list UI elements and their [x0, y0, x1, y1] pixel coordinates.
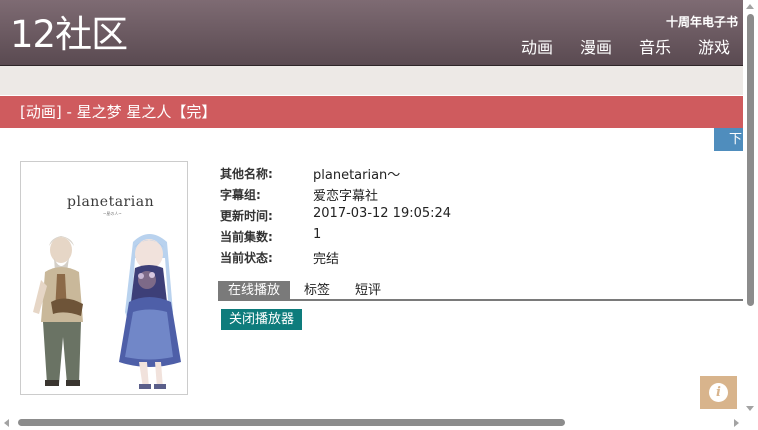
scrollbar-corner	[743, 415, 758, 430]
poster-illustration	[33, 234, 181, 389]
horizontal-scroll-thumb[interactable]	[18, 419, 565, 426]
info-label: 其他名称:	[220, 167, 273, 181]
info-label: 当前状态:	[220, 251, 273, 265]
scroll-right-arrow-icon[interactable]	[734, 419, 739, 427]
scroll-up-arrow-icon[interactable]	[746, 4, 754, 9]
main-nav: 动画 漫画 音乐 游戏	[521, 38, 730, 58]
horizontal-scrollbar[interactable]	[0, 415, 743, 430]
info-icon: i	[709, 383, 728, 402]
info-value: 爱恋字幕社	[313, 189, 379, 204]
info-label: 字幕组:	[220, 188, 261, 202]
scroll-down-arrow-icon[interactable]	[746, 406, 754, 411]
download-tab[interactable]: 下	[714, 128, 743, 151]
tab-online-play[interactable]: 在线播放	[218, 281, 291, 300]
info-label: 当前集数:	[220, 230, 273, 244]
page: 12社区 十周年电子书 动画 漫画 音乐 游戏 [动画] - 星之梦 星之人【完…	[0, 0, 758, 430]
tab-tags[interactable]: 标签	[304, 281, 330, 300]
content-tabs: 在线播放 标签 短评	[218, 281, 743, 301]
nav-item-manga[interactable]: 漫画	[580, 38, 612, 58]
info-value: 1	[313, 227, 322, 242]
info-value: 完结	[313, 252, 340, 267]
nav-item-music[interactable]: 音乐	[639, 38, 671, 58]
info-value: 2017-03-12 19:05:24	[313, 206, 452, 221]
close-player-button[interactable]: 关闭播放器	[221, 309, 303, 330]
nav-item-games[interactable]: 游戏	[698, 38, 730, 58]
site-logo[interactable]: 12社区	[10, 13, 128, 57]
title-bar: [动画] - 星之梦 星之人【完】	[0, 96, 743, 128]
poster-image: planetarian ~星の人~	[20, 161, 188, 395]
info-button[interactable]: i	[700, 376, 737, 409]
sub-bar	[0, 66, 743, 95]
nav-item-anime[interactable]: 动画	[521, 38, 553, 58]
scroll-left-arrow-icon[interactable]	[4, 419, 9, 427]
info-value: planetarian～	[313, 168, 401, 183]
tab-short-reviews[interactable]: 短评	[355, 281, 381, 300]
info-label: 更新时间:	[220, 209, 273, 223]
vertical-scroll-thumb[interactable]	[747, 14, 754, 306]
anniversary-ebook-link[interactable]: 十周年电子书	[666, 13, 738, 30]
site-header: 12社区 十周年电子书 动画 漫画 音乐 游戏	[0, 0, 743, 66]
page-title: [动画] - 星之梦 星之人【完】	[20, 103, 217, 121]
vertical-scrollbar[interactable]	[743, 0, 758, 415]
